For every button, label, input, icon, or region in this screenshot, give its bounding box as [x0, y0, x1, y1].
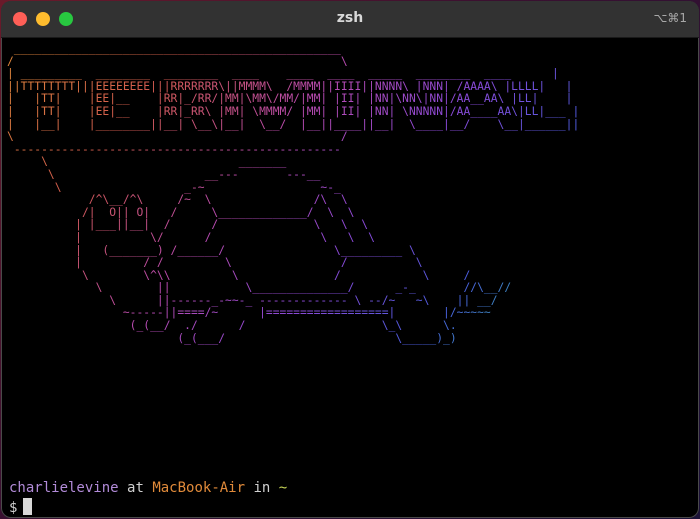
ascii-art-line: ________________________________________… [13, 42, 341, 55]
terminal-window: zsh ⌥⌘1 ________________________________… [1, 1, 699, 518]
window-title: zsh [336, 10, 364, 26]
prompt-in: in [253, 480, 271, 496]
prompt-user: charlielevine [9, 480, 119, 496]
prompt-host: MacBook-Air [152, 480, 246, 496]
prompt-at: at [127, 480, 144, 496]
ascii-art: ________________________________________… [7, 42, 695, 345]
text-cursor[interactable] [23, 498, 33, 515]
ascii-art-line: \ __--- ---__ [47, 167, 321, 181]
prompt-symbol: $ [9, 500, 18, 516]
window-shortcut: ⌥⌘1 [653, 11, 687, 25]
ascii-art-line: (_(__/ ./ / \_\ \. [129, 319, 457, 333]
ascii-art-line: (_(___/ \_____)_) [177, 331, 457, 345]
prompt-dir: ~ [278, 480, 288, 496]
ascii-art-line: | / / \ / \ [75, 256, 423, 270]
terminal-content[interactable]: ________________________________________… [7, 42, 695, 516]
shell-prompt: charlielevine at MacBook-Air in ~ $ [9, 478, 287, 518]
title-bar[interactable]: zsh ⌥⌘1 [1, 1, 699, 38]
